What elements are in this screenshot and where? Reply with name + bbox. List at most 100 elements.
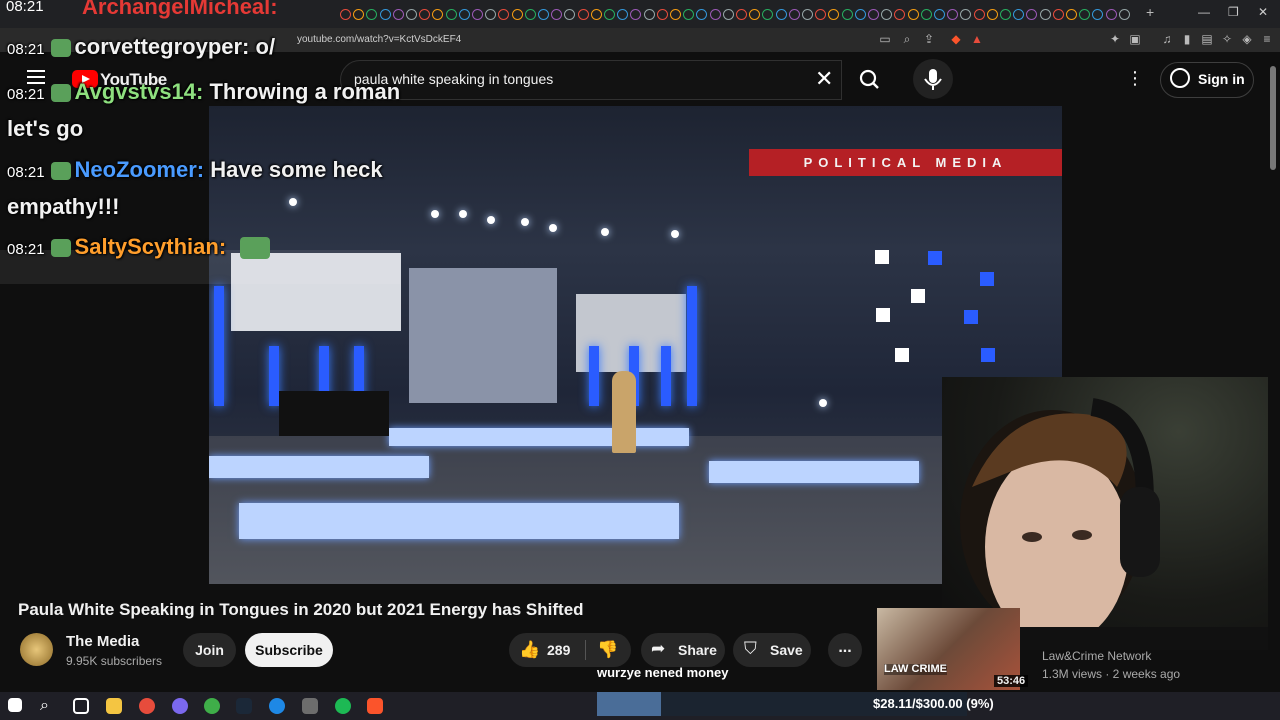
like-count[interactable]: 289 bbox=[547, 642, 570, 658]
browser-tab-favicon[interactable] bbox=[353, 9, 365, 20]
browser-tab-favicon[interactable] bbox=[1026, 9, 1038, 20]
screenshot-icon[interactable]: ▣ bbox=[1128, 32, 1142, 46]
browser-tab-favicon[interactable] bbox=[485, 9, 497, 20]
more-actions-button[interactable]: ... bbox=[828, 633, 862, 667]
discord-icon[interactable] bbox=[172, 698, 188, 714]
browser-tab-favicon[interactable] bbox=[406, 9, 417, 20]
browser-tab-favicon[interactable] bbox=[683, 9, 695, 20]
spotify-icon[interactable] bbox=[335, 698, 351, 714]
browser-tab-favicon[interactable] bbox=[630, 9, 642, 20]
browser-tab-favicon[interactable] bbox=[1039, 9, 1051, 20]
browser-tab-favicon[interactable] bbox=[617, 9, 629, 20]
file-explorer-icon[interactable] bbox=[106, 698, 122, 714]
browser-tab-favicon[interactable] bbox=[736, 9, 747, 20]
browser-tab-favicon[interactable] bbox=[696, 9, 708, 20]
join-button[interactable]: Join bbox=[183, 633, 236, 667]
browser-tab-favicon[interactable] bbox=[986, 9, 998, 20]
new-tab-button[interactable]: + bbox=[1146, 4, 1154, 20]
brave-shield-icon[interactable]: ◆ bbox=[949, 32, 963, 46]
browser-tab-favicon[interactable] bbox=[590, 9, 602, 20]
cast-icon[interactable]: ▭ bbox=[878, 32, 892, 46]
sign-in-label[interactable]: Sign in bbox=[1198, 71, 1245, 87]
like-icon[interactable]: 👍 bbox=[519, 640, 540, 660]
browser-tab-favicon[interactable] bbox=[841, 9, 853, 20]
browser-tab-favicon[interactable] bbox=[1092, 9, 1104, 20]
close-icon[interactable]: ✕ bbox=[1258, 5, 1268, 19]
browser-tab-favicon[interactable] bbox=[379, 9, 391, 20]
windows-start-icon[interactable] bbox=[8, 698, 22, 712]
edge-icon[interactable] bbox=[269, 698, 285, 714]
browser-tab-favicon[interactable] bbox=[960, 9, 972, 20]
channel-name[interactable]: The Media bbox=[66, 633, 139, 650]
browser-tab-favicon[interactable] bbox=[604, 9, 615, 20]
vpn-icon[interactable]: ◈ bbox=[1240, 32, 1254, 46]
browser-tab-favicon[interactable] bbox=[551, 9, 563, 20]
browser-tab-favicon[interactable] bbox=[1118, 9, 1130, 20]
browser-tab-favicon[interactable] bbox=[670, 9, 681, 20]
browser-tab-favicon[interactable] bbox=[577, 9, 589, 20]
app-icon[interactable] bbox=[302, 698, 318, 714]
share-page-icon[interactable]: ⇪ bbox=[922, 32, 936, 46]
browser-tab-favicon[interactable] bbox=[973, 9, 985, 20]
browser-tab-favicon[interactable] bbox=[868, 9, 879, 20]
dislike-icon[interactable]: 👎 bbox=[597, 640, 618, 660]
browser-tab-favicon[interactable] bbox=[419, 9, 431, 20]
steam-icon[interactable] bbox=[236, 698, 252, 714]
browser-tab-favicon[interactable] bbox=[432, 9, 444, 20]
browser-tab-favicon[interactable] bbox=[920, 9, 932, 20]
browser-tab-favicon[interactable] bbox=[340, 9, 351, 20]
browser-tab-favicon[interactable] bbox=[643, 9, 655, 20]
leo-icon[interactable]: ✧ bbox=[1220, 32, 1234, 46]
browser-tab-favicon[interactable] bbox=[788, 9, 800, 20]
browser-tab-favicon[interactable] bbox=[947, 9, 959, 20]
voice-search-button[interactable] bbox=[913, 59, 953, 99]
brave-icon[interactable] bbox=[367, 698, 383, 714]
restore-icon[interactable]: ❐ bbox=[1228, 5, 1239, 19]
browser-tab-favicon[interactable] bbox=[762, 9, 774, 20]
browser-tab-favicon[interactable] bbox=[802, 9, 813, 20]
browser-tab-favicon[interactable] bbox=[472, 9, 483, 20]
browser-tab-favicon[interactable] bbox=[815, 9, 827, 20]
browser-tab-favicon[interactable] bbox=[894, 9, 906, 20]
browser-tab-favicon[interactable] bbox=[1013, 9, 1025, 20]
browser-tab-favicon[interactable] bbox=[934, 9, 945, 20]
browser-tab-favicon[interactable] bbox=[1066, 9, 1077, 20]
browser-tab-favicon[interactable] bbox=[366, 9, 378, 20]
wallet-icon[interactable]: ▤ bbox=[1200, 32, 1214, 46]
browser-tab-favicon[interactable] bbox=[656, 9, 668, 20]
browser-tab-favicon[interactable] bbox=[828, 9, 840, 20]
minimize-icon[interactable]: — bbox=[1198, 5, 1210, 19]
browser-tab-favicon[interactable] bbox=[445, 9, 457, 20]
zoom-icon[interactable]: ⌕ bbox=[900, 32, 914, 46]
taskbar-search-icon[interactable]: ⌕ bbox=[40, 697, 49, 715]
browser-tab-favicon[interactable] bbox=[524, 9, 536, 20]
browser-tab-favicon[interactable] bbox=[564, 9, 576, 20]
browser-tab-favicon[interactable] bbox=[749, 9, 761, 20]
search-button[interactable] bbox=[846, 60, 894, 98]
sidebar-icon[interactable]: ▮ bbox=[1180, 32, 1194, 46]
obs-icon[interactable] bbox=[139, 698, 155, 714]
browser-tab-favicon[interactable] bbox=[854, 9, 866, 20]
browser-tab-favicon[interactable] bbox=[392, 9, 404, 20]
settings-kebab-icon[interactable]: ⋮ bbox=[1126, 68, 1144, 89]
browser-tab-favicon[interactable] bbox=[907, 9, 919, 20]
brave-rewards-icon[interactable]: ▲ bbox=[970, 32, 984, 46]
browser-tab-favicon[interactable] bbox=[1105, 9, 1117, 20]
extensions-icon[interactable]: ✦ bbox=[1108, 32, 1122, 46]
scrollbar-thumb[interactable] bbox=[1270, 66, 1276, 170]
browser-tab-favicon[interactable] bbox=[1000, 9, 1011, 20]
save-label[interactable]: Save bbox=[770, 642, 803, 658]
recommended-channel-name[interactable]: Law&Crime Network bbox=[1042, 649, 1151, 663]
browser-tab-favicon[interactable] bbox=[1052, 9, 1064, 20]
browser-tab-favicon[interactable] bbox=[709, 9, 721, 20]
clear-search-icon[interactable]: ✕ bbox=[815, 66, 833, 92]
media-icon[interactable]: ♫ bbox=[1160, 32, 1174, 46]
browser-tab-favicon[interactable] bbox=[1079, 9, 1091, 20]
channel-avatar[interactable] bbox=[20, 633, 53, 666]
subscribe-button[interactable]: Subscribe bbox=[245, 633, 333, 667]
share-label[interactable]: Share bbox=[678, 642, 717, 658]
browser-tab-favicon[interactable] bbox=[498, 9, 510, 20]
browser-tab-favicon[interactable] bbox=[458, 9, 470, 20]
chrome-icon[interactable] bbox=[204, 698, 220, 714]
browser-tab-favicon[interactable] bbox=[775, 9, 787, 20]
